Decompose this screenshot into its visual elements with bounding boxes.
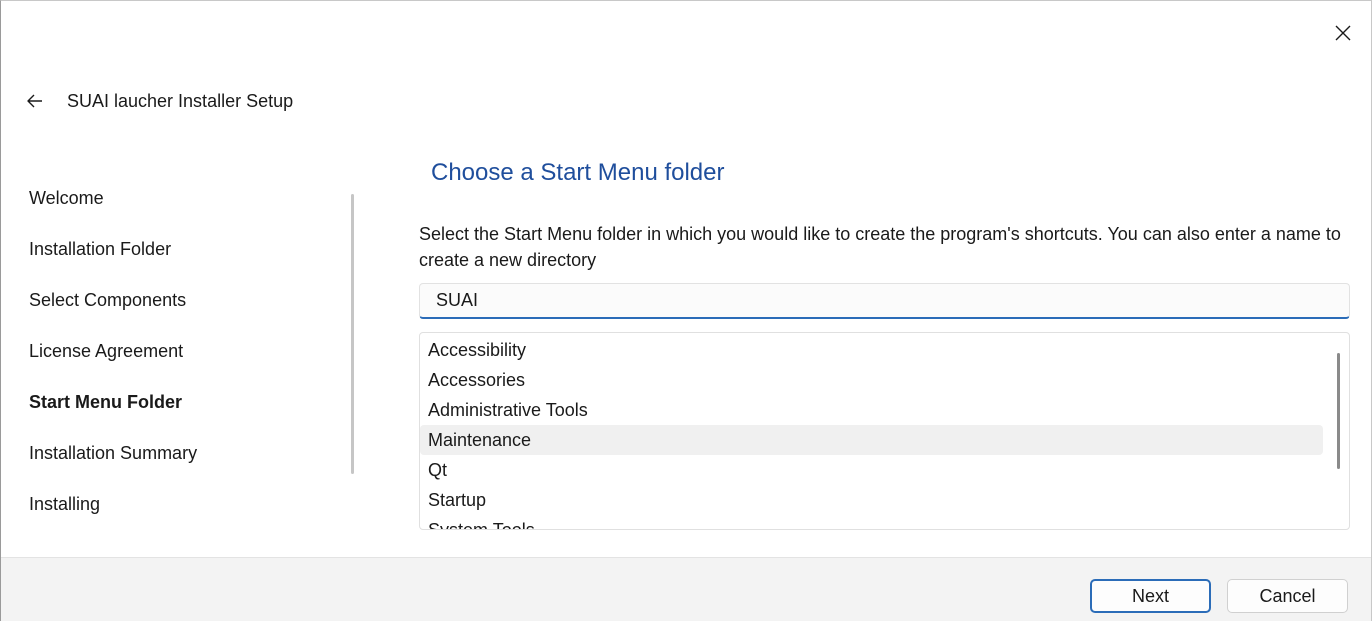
next-button[interactable]: Next — [1090, 579, 1211, 613]
sidebar-divider — [351, 194, 354, 474]
list-item-qt[interactable]: Qt — [420, 455, 1323, 485]
window-title: SUAI laucher Installer Setup — [67, 90, 294, 111]
list-item-administrative-tools[interactable]: Administrative Tools — [420, 395, 1323, 425]
title-bar: SUAI laucher Installer Setup — [21, 85, 293, 117]
list-item-accessibility[interactable]: Accessibility — [420, 335, 1323, 365]
back-button[interactable] — [21, 87, 49, 115]
sidebar-item-start-menu-folder[interactable]: Start Menu Folder — [29, 377, 329, 428]
page-description: Select the Start Menu folder in which yo… — [419, 224, 1341, 270]
sidebar-item-installation-folder[interactable]: Installation Folder — [29, 224, 329, 275]
close-button[interactable] — [1323, 13, 1363, 53]
list-item-maintenance[interactable]: Maintenance — [420, 425, 1323, 455]
start-menu-folder-input[interactable] — [419, 283, 1350, 319]
list-item-system-tools[interactable]: System Tools — [420, 515, 1323, 529]
sidebar-item-select-components[interactable]: Select Components — [29, 275, 329, 326]
footer-bar: Next Cancel — [1, 557, 1371, 621]
installer-window: SUAI laucher Installer Setup Welcome Ins… — [0, 0, 1372, 621]
sidebar-item-installing[interactable]: Installing — [29, 479, 329, 530]
page-title: Choose a Start Menu folder — [431, 159, 725, 186]
arrow-left-icon — [27, 94, 42, 108]
list-scrollbar[interactable] — [1337, 353, 1340, 469]
wizard-steps-sidebar: Welcome Installation Folder Select Compo… — [29, 173, 329, 530]
close-icon — [1335, 25, 1351, 41]
list-item-accessories[interactable]: Accessories — [420, 365, 1323, 395]
sidebar-item-installation-summary[interactable]: Installation Summary — [29, 428, 329, 479]
cancel-button[interactable]: Cancel — [1227, 579, 1348, 613]
start-menu-folder-list[interactable]: Accessibility Accessories Administrative… — [419, 332, 1350, 530]
sidebar-item-welcome[interactable]: Welcome — [29, 173, 329, 224]
list-item-startup[interactable]: Startup — [420, 485, 1323, 515]
sidebar-item-license-agreement[interactable]: License Agreement — [29, 326, 329, 377]
